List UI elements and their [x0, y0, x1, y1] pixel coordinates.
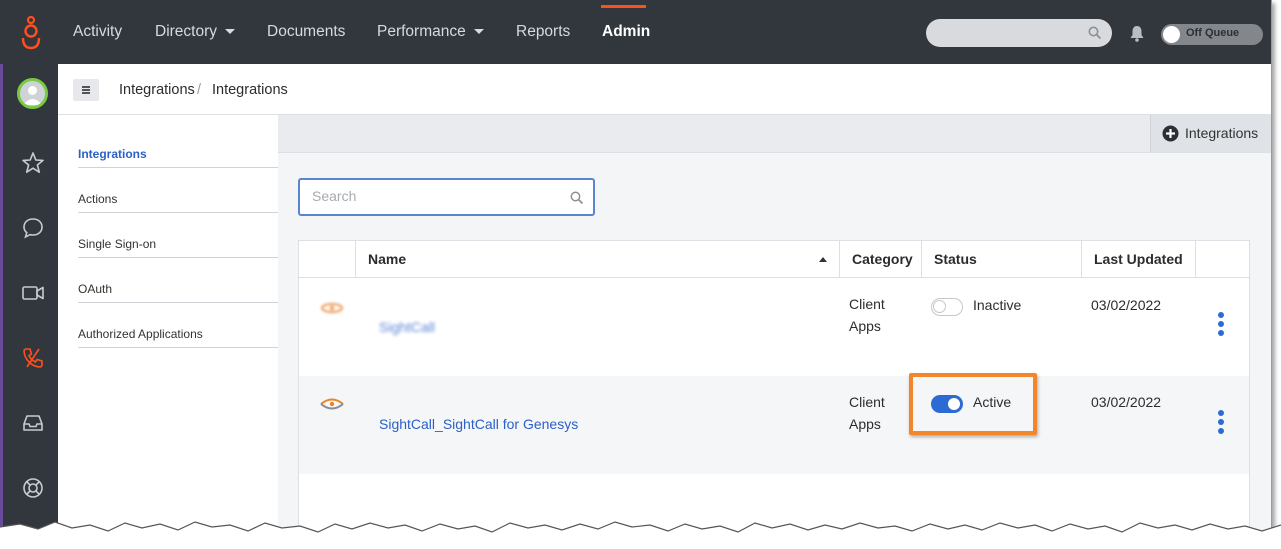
- hamburger-icon: [82, 86, 90, 88]
- sightcall-logo-icon: [320, 398, 344, 410]
- integration-category: Client Apps: [849, 293, 909, 337]
- integration-category: Client Apps: [849, 391, 909, 435]
- search-input[interactable]: [312, 188, 552, 204]
- more-options-icon[interactable]: [1217, 410, 1225, 436]
- user-icon: [23, 86, 42, 105]
- admin-subnav: Integrations Actions Single Sign-on OAut…: [58, 115, 278, 549]
- category-line-2: Apps: [849, 318, 881, 334]
- add-integration-label: Integrations: [1185, 125, 1259, 141]
- column-header-last-updated[interactable]: Last Updated: [1081, 241, 1195, 278]
- column-header-status[interactable]: Status: [921, 241, 1081, 278]
- nav-directory[interactable]: Directory: [155, 0, 236, 64]
- main-content: Integrations Name Category Status Last U…: [278, 115, 1271, 549]
- column-header-last-updated-label: Last Updated: [1094, 251, 1183, 267]
- column-header-name-label: Name: [368, 251, 407, 267]
- nav-documents[interactable]: Documents: [267, 0, 345, 64]
- last-updated: 03/02/2022: [1091, 297, 1162, 313]
- integration-name-link[interactable]: SightCall_SightCall for Genesys: [379, 416, 578, 432]
- column-header-name[interactable]: Name: [355, 241, 839, 278]
- breadcrumb-current: Integrations: [212, 82, 288, 98]
- nav-directory-label: Directory: [155, 23, 218, 40]
- nav-activity-label: Activity: [73, 23, 123, 40]
- nav-reports-label: Reports: [516, 23, 571, 40]
- column-header-status-label: Status: [934, 251, 977, 267]
- phone-icon[interactable]: [20, 345, 46, 371]
- left-rail: [0, 64, 58, 549]
- table-row: SightCall Client Apps Inactive 03/02/202…: [299, 278, 1249, 376]
- search-field[interactable]: [298, 178, 595, 216]
- category-line-1: Client: [849, 296, 885, 312]
- status-label: Inactive: [973, 297, 1022, 313]
- nav-admin[interactable]: Admin: [602, 0, 650, 64]
- top-nav-bar: Activity Directory Documents Performance…: [0, 0, 1271, 64]
- nav-documents-label: Documents: [267, 23, 346, 40]
- video-icon[interactable]: [20, 280, 46, 306]
- chat-icon[interactable]: [20, 215, 46, 241]
- integration-name-link[interactable]: SightCall: [379, 319, 435, 335]
- status-highlight-box: [909, 373, 1037, 435]
- hamburger-icon-line: [82, 89, 90, 91]
- avatar[interactable]: [17, 78, 48, 109]
- inbox-icon[interactable]: [20, 410, 46, 436]
- nav-performance[interactable]: Performance: [377, 0, 484, 64]
- sidebar-toggle-button[interactable]: [73, 79, 99, 101]
- add-integration-button[interactable]: Integrations: [1150, 115, 1271, 152]
- last-updated: 03/02/2022: [1091, 394, 1162, 410]
- subnav-integrations[interactable]: Integrations: [78, 123, 278, 168]
- queue-toggle[interactable]: Off Queue: [1161, 24, 1263, 45]
- help-icon[interactable]: [20, 475, 46, 501]
- column-header-category-label: Category: [852, 251, 913, 267]
- nav-activity[interactable]: Activity: [73, 0, 122, 64]
- bell-icon[interactable]: [1129, 25, 1145, 42]
- content-toolbar: Integrations: [278, 115, 1271, 153]
- nav-reports[interactable]: Reports: [516, 0, 570, 64]
- more-options-icon[interactable]: [1217, 312, 1225, 338]
- subnav-single-sign-on[interactable]: Single Sign-on: [78, 213, 278, 258]
- nav-performance-label: Performance: [377, 23, 466, 40]
- hamburger-icon-line: [82, 92, 90, 94]
- genesys-logo-icon[interactable]: [20, 16, 42, 50]
- column-header-category[interactable]: Category: [839, 241, 921, 278]
- star-icon[interactable]: [20, 150, 46, 176]
- integrations-table: Name Category Status Last Updated SightC…: [298, 240, 1250, 549]
- subnav-actions[interactable]: Actions: [78, 168, 278, 213]
- table-row: SightCall_SightCall for Genesys Client A…: [299, 376, 1249, 474]
- subnav-oauth[interactable]: OAuth: [78, 258, 278, 303]
- status-toggle[interactable]: [931, 298, 963, 316]
- queue-toggle-knob: [1163, 26, 1180, 43]
- app-window: Activity Directory Documents Performance…: [0, 0, 1272, 549]
- sightcall-logo-icon: [320, 302, 344, 314]
- sort-ascending-icon[interactable]: [819, 257, 827, 262]
- category-line-2: Apps: [849, 416, 881, 432]
- page-header: Integrations / Integrations: [58, 64, 1271, 115]
- toggle-knob: [933, 300, 946, 313]
- subnav-authorized-applications[interactable]: Authorized Applications: [78, 303, 278, 348]
- queue-toggle-label: Off Queue: [1186, 27, 1240, 39]
- torn-edge: [0, 521, 1281, 549]
- breadcrumb-link[interactable]: Integrations: [119, 82, 195, 98]
- breadcrumb-separator: /: [197, 82, 202, 98]
- chevron-down-icon: [225, 29, 236, 34]
- global-search-input[interactable]: [926, 19, 1112, 47]
- nav-admin-label: Admin: [602, 23, 651, 40]
- column-header-actions: [1195, 241, 1249, 278]
- plus-circle-icon: [1162, 125, 1179, 142]
- search-icon: [570, 191, 584, 205]
- category-line-1: Client: [849, 394, 885, 410]
- chevron-down-icon: [473, 29, 484, 34]
- table-header: Name Category Status Last Updated: [299, 241, 1249, 278]
- search-icon: [1088, 26, 1102, 40]
